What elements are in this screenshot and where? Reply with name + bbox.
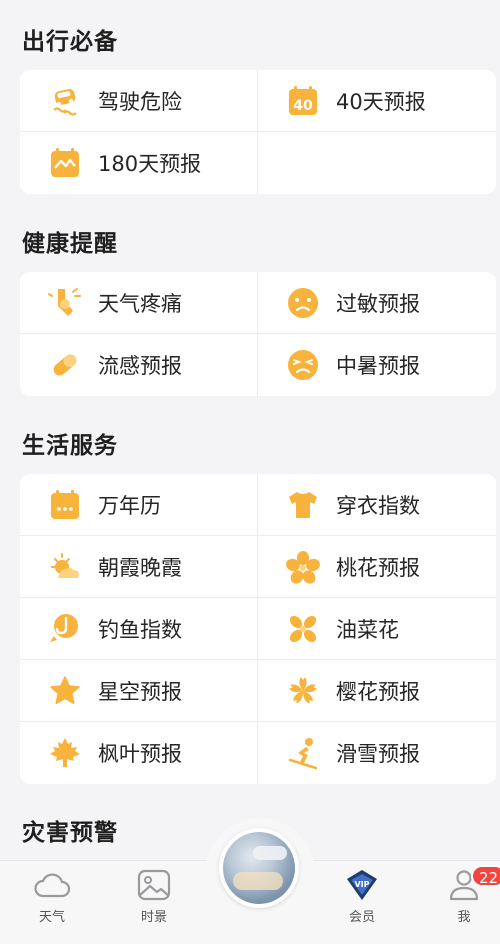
car-skid-icon: [53, 89, 77, 116]
fishing-index-label: 钓鱼指数: [98, 618, 182, 642]
tab-weather[interactable]: 天气: [12, 868, 92, 938]
sunrise-sunset-glow-label: 朝霞晚霞: [98, 556, 182, 580]
driving-danger-label: 驾驶危险: [98, 90, 182, 114]
perpetual-calendar-item[interactable]: 万年历: [20, 474, 258, 536]
joint-pain-icon: [48, 288, 81, 316]
cherry-blossom-icon: [289, 677, 317, 704]
tshirt-icon: [289, 492, 317, 518]
tab-scenery[interactable]: 时景: [114, 868, 194, 938]
heatstroke-forecast-item[interactable]: 中暑预报: [258, 334, 496, 396]
calendar-40-icon: 40: [289, 86, 317, 115]
sunrise-icon: [51, 553, 79, 578]
dressing-index-label: 穿衣指数: [336, 494, 420, 518]
peach-blossom-item[interactable]: 桃花预报: [258, 536, 496, 598]
center-scene-avatar[interactable]: [219, 828, 299, 908]
perpetual-calendar-label: 万年历: [98, 494, 161, 518]
allergy-forecast-label: 过敏预报: [336, 292, 420, 316]
maple-leaf-icon: [50, 738, 80, 767]
tab-member-label: 会员: [348, 910, 375, 925]
flu-forecast-item[interactable]: 流感预报: [20, 334, 258, 396]
heatstroke-forecast-label: 中暑预报: [336, 354, 420, 378]
skiing-icon: [288, 738, 318, 770]
grid-row: 星空预报 樱花预报: [20, 660, 496, 722]
grid-row: 驾驶危险 40 40天预报: [20, 70, 496, 132]
calendar-icon: [51, 490, 79, 519]
life-card: 万年历 穿衣指数 朝霞晚霞 桃花预报 钓鱼指数 油菜花 星空预报 樱花预报 枫叶…: [20, 474, 496, 784]
section-title-disaster: 灾害预警: [22, 820, 118, 846]
forecast-40-item[interactable]: 40 40天预报: [258, 70, 496, 132]
weather-pain-item[interactable]: 天气疼痛: [20, 272, 258, 334]
image-icon: [137, 869, 171, 901]
rapeseed-flower-label: 油菜花: [336, 618, 399, 642]
calendar-wave-icon: [51, 148, 79, 177]
forecast-180-item[interactable]: 180天预报: [20, 132, 258, 194]
maple-leaf-label: 枫叶预报: [98, 742, 182, 766]
flu-forecast-label: 流感预报: [98, 354, 182, 378]
grid-row: 万年历 穿衣指数: [20, 474, 496, 536]
grid-row: 枫叶预报 滑雪预报: [20, 722, 496, 784]
travel-card: 驾驶危险 40 40天预报 180天预报: [20, 70, 496, 194]
driving-danger-item[interactable]: 驾驶危险: [20, 70, 258, 132]
tab-member[interactable]: VIP 会员: [322, 868, 402, 938]
starry-sky-label: 星空预报: [98, 680, 182, 704]
peach-blossom-icon: [286, 551, 320, 584]
health-card: 天气疼痛 过敏预报 流感预报 中暑预报: [20, 272, 496, 396]
tab-weather-label: 天气: [38, 910, 65, 925]
tab-me-label: 我: [457, 910, 471, 925]
fishing-icon: [50, 614, 78, 642]
allergy-forecast-item[interactable]: 过敏预报: [258, 272, 496, 334]
heatstroke-face-icon: [288, 350, 318, 380]
section-title-life: 生活服务: [22, 433, 118, 459]
sky-scene-image: [223, 832, 295, 904]
vip-diamond-icon: VIP: [347, 870, 377, 900]
grid-row: 钓鱼指数 油菜花: [20, 598, 496, 660]
section-title-health: 健康提醒: [22, 231, 118, 257]
grid-row: 天气疼痛 过敏预报: [20, 272, 496, 334]
grid-row: 180天预报: [20, 132, 496, 194]
svg-text:40: 40: [293, 98, 313, 114]
weather-pain-label: 天气疼痛: [98, 292, 182, 316]
fishing-index-item[interactable]: 钓鱼指数: [20, 598, 258, 660]
pill-icon: [53, 354, 77, 376]
cherry-blossom-item[interactable]: 樱花预报: [258, 660, 496, 722]
rapeseed-flower-icon: [289, 615, 317, 643]
grid-row: 朝霞晚霞 桃花预报: [20, 536, 496, 598]
forecast-40-label: 40天预报: [336, 90, 426, 114]
cherry-blossom-label: 樱花预报: [336, 680, 420, 704]
tab-scenery-label: 时景: [140, 910, 167, 925]
services-page: 出行必备 驾驶危险 40 40天预报 180天预报 健康提醒 天气疼痛 过敏预报…: [0, 0, 500, 944]
section-title-travel: 出行必备: [22, 29, 118, 55]
dressing-index-item[interactable]: 穿衣指数: [258, 474, 496, 536]
starry-sky-item[interactable]: 星空预报: [20, 660, 258, 722]
allergy-face-icon: [288, 288, 318, 318]
peach-blossom-label: 桃花预报: [336, 556, 420, 580]
vip-badge-text: VIP: [354, 880, 369, 889]
skiing-forecast-item[interactable]: 滑雪预报: [258, 722, 496, 784]
rapeseed-flower-item[interactable]: 油菜花: [258, 598, 496, 660]
empty-cell: [258, 132, 496, 194]
notification-badge: 22: [471, 865, 500, 887]
cloud-icon: [34, 873, 71, 898]
skiing-forecast-label: 滑雪预报: [336, 742, 420, 766]
grid-row: 流感预报 中暑预报: [20, 334, 496, 396]
star-icon: [50, 676, 80, 705]
maple-leaf-item[interactable]: 枫叶预报: [20, 722, 258, 784]
sunrise-sunset-glow-item[interactable]: 朝霞晚霞: [20, 536, 258, 598]
forecast-180-label: 180天预报: [98, 152, 202, 176]
